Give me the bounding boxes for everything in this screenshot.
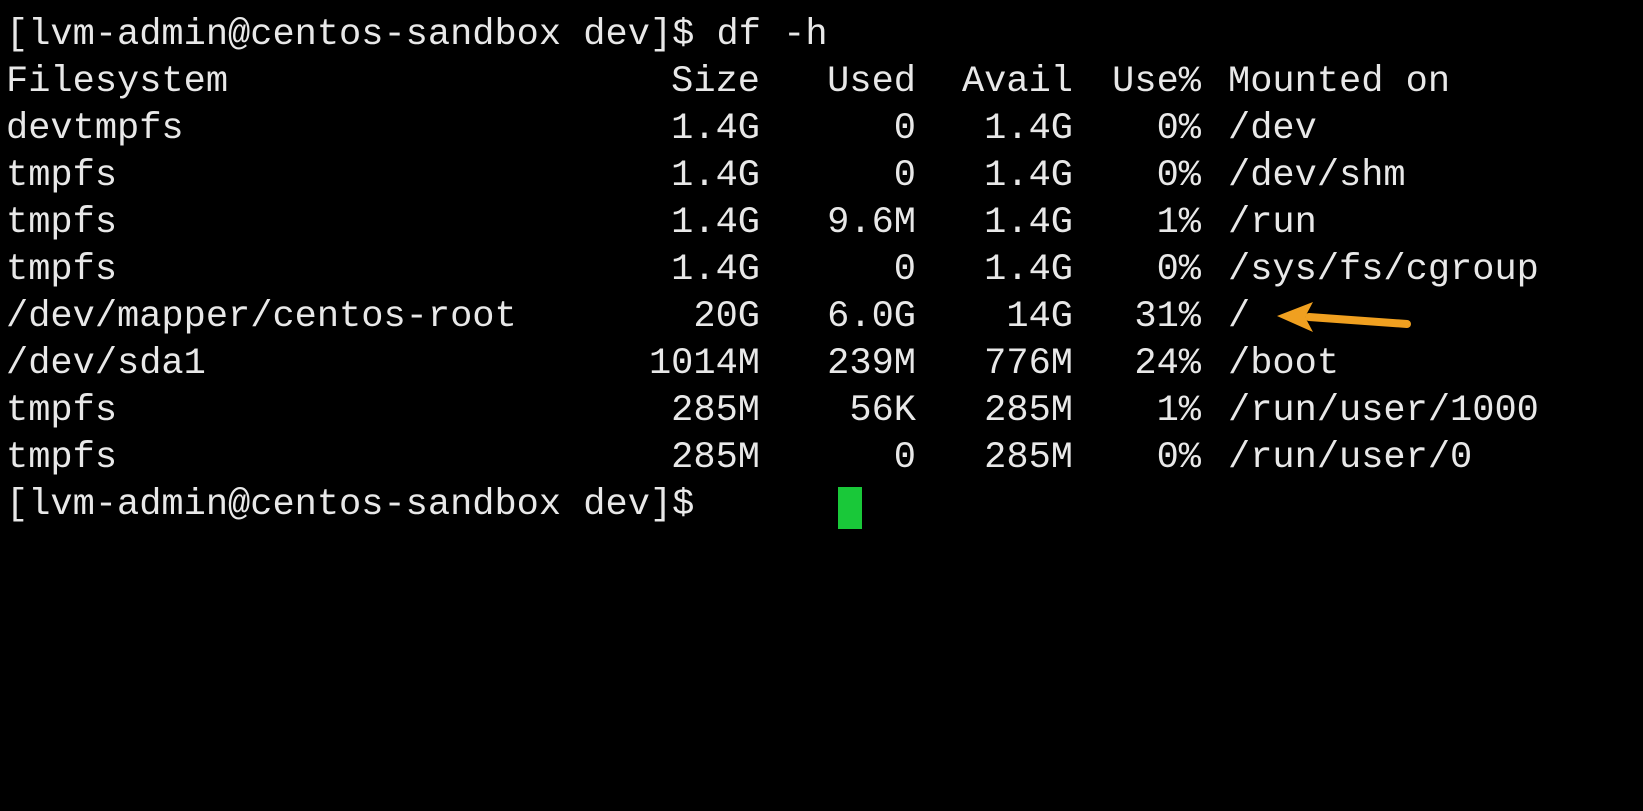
- cell-size: 20G: [693, 296, 760, 338]
- cell-filesystem: tmpfs: [6, 249, 118, 291]
- cell-size: 1.4G: [671, 155, 760, 197]
- cell-avail: 14G: [1006, 296, 1073, 338]
- table-row: tmpfs 285M 0 285M 0% /run/user/0: [0, 435, 1643, 482]
- cell-avail: 285M: [984, 437, 1073, 479]
- cell-filesystem: tmpfs: [6, 155, 118, 197]
- arrow-annotation-icon: [1277, 302, 1411, 332]
- command-text: [lvm-admin@centos-sandbox dev]$ df -h: [6, 14, 828, 56]
- table-row: devtmpfs 1.4G 0 1.4G 0% /dev: [0, 106, 1643, 153]
- cell-used: 6.0G: [827, 296, 916, 338]
- cell-used: 0: [893, 249, 916, 291]
- cell-filesystem: tmpfs: [6, 202, 118, 244]
- cell-mounted-on: /: [1228, 296, 1251, 338]
- cell-size: 285M: [671, 390, 760, 432]
- cell-size: 1.4G: [671, 108, 760, 150]
- cell-mounted-on: /boot: [1228, 343, 1340, 385]
- cell-size: 1.4G: [671, 249, 760, 291]
- header-used: Used: [827, 61, 916, 103]
- cell-use-pct: 24%: [1134, 343, 1201, 385]
- header-mounted-on: Mounted on: [1228, 61, 1451, 103]
- cell-size: 285M: [671, 437, 760, 479]
- cell-used: 9.6M: [827, 202, 916, 244]
- cell-filesystem: /dev/sda1: [6, 343, 206, 385]
- table-row: tmpfs 285M 56K 285M 1% /run/user/1000: [0, 388, 1643, 435]
- cell-mounted-on: /dev/shm: [1228, 155, 1406, 197]
- cell-mounted-on: /sys/fs/cgroup: [1228, 249, 1539, 291]
- cell-used: 0: [893, 437, 916, 479]
- cell-filesystem: /dev/mapper/centos-root: [6, 296, 517, 338]
- terminal-window[interactable]: [lvm-admin@centos-sandbox dev]$ df -h Fi…: [0, 0, 1643, 555]
- cell-avail: 1.4G: [984, 108, 1073, 150]
- cell-avail: 1.4G: [984, 249, 1073, 291]
- cell-size: 1.4G: [671, 202, 760, 244]
- cell-use-pct: 0%: [1156, 108, 1201, 150]
- cell-used: 239M: [827, 343, 916, 385]
- table-row: tmpfs 1.4G 0 1.4G 0% /sys/fs/cgroup: [0, 247, 1643, 294]
- cell-mounted-on: /dev: [1228, 108, 1317, 150]
- table-row: tmpfs 1.4G 9.6M 1.4G 1% /run: [0, 200, 1643, 247]
- cell-use-pct: 0%: [1156, 155, 1201, 197]
- cell-use-pct: 31%: [1134, 296, 1201, 338]
- cell-avail: 1.4G: [984, 155, 1073, 197]
- cell-avail: 1.4G: [984, 202, 1073, 244]
- cell-avail: 285M: [984, 390, 1073, 432]
- header-avail: Avail: [961, 61, 1073, 103]
- prompt-line[interactable]: [lvm-admin@centos-sandbox dev]$: [0, 482, 1643, 529]
- header-filesystem: Filesystem: [6, 61, 229, 103]
- cell-used: 0: [893, 155, 916, 197]
- cell-use-pct: 0%: [1156, 437, 1201, 479]
- cell-filesystem: tmpfs: [6, 390, 118, 432]
- cell-used: 56K: [849, 390, 916, 432]
- cell-mounted-on: /run: [1228, 202, 1317, 244]
- cell-size: 1014M: [648, 343, 760, 385]
- cell-filesystem: devtmpfs: [6, 108, 184, 150]
- cell-use-pct: 1%: [1156, 202, 1201, 244]
- shell-prompt: [lvm-admin@centos-sandbox dev]$: [6, 484, 695, 526]
- arrow-shaft: [1305, 313, 1411, 328]
- command-line: [lvm-admin@centos-sandbox dev]$ df -h: [0, 12, 1643, 59]
- cell-avail: 776M: [984, 343, 1073, 385]
- cell-use-pct: 0%: [1156, 249, 1201, 291]
- header-use-pct: Use%: [1112, 61, 1201, 103]
- cell-mounted-on: /run/user/0: [1228, 437, 1473, 479]
- cell-mounted-on: /run/user/1000: [1228, 390, 1539, 432]
- table-row: /dev/sda1 1014M 239M 776M 24% /boot: [0, 341, 1643, 388]
- cell-used: 0: [893, 108, 916, 150]
- table-header: Filesystem Size Used Avail Use% Mounted …: [0, 59, 1643, 106]
- text-cursor[interactable]: [838, 487, 862, 529]
- cell-filesystem: tmpfs: [6, 437, 118, 479]
- header-size: Size: [671, 61, 760, 103]
- table-row: tmpfs 1.4G 0 1.4G 0% /dev/shm: [0, 153, 1643, 200]
- cell-use-pct: 1%: [1156, 390, 1201, 432]
